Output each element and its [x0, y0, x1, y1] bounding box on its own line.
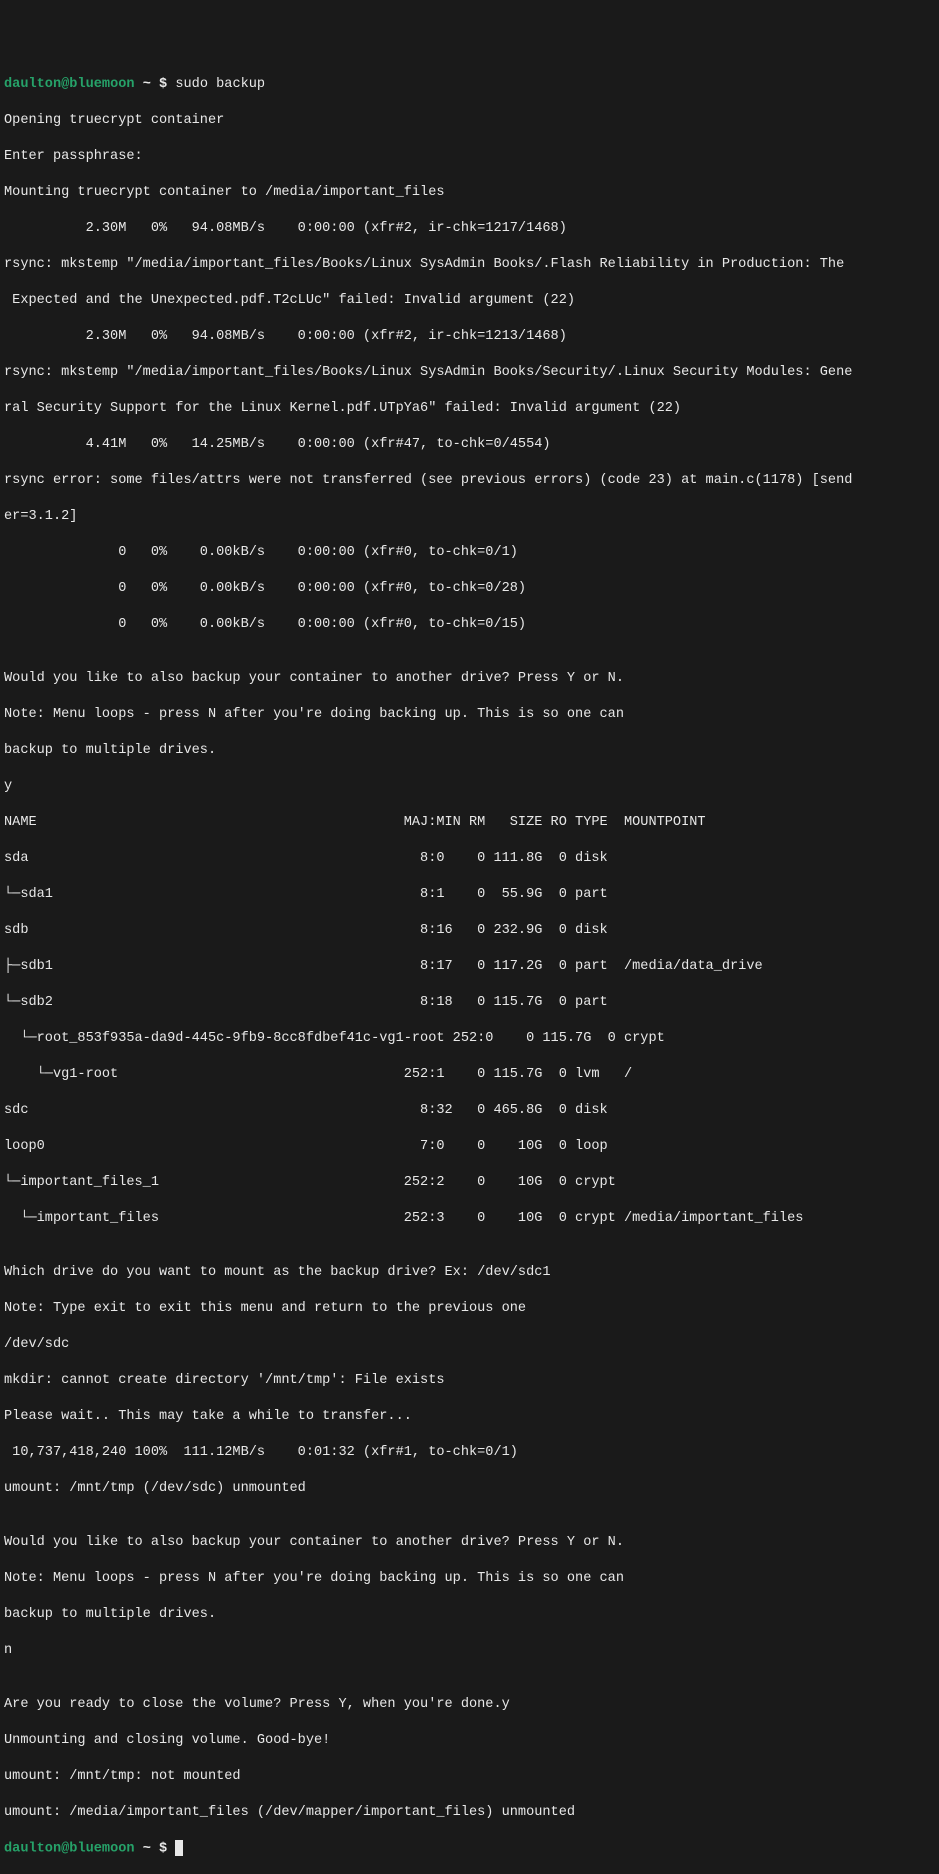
command-text: sudo backup [175, 77, 265, 92]
output-line: Unmounting and closing volume. Good-bye! [4, 1732, 935, 1750]
lsblk-row: sdc 8:32 0 465.8G 0 disk [4, 1102, 935, 1120]
output-line: 0 0% 0.00kB/s 0:00:00 (xfr#0, to-chk=0/1… [4, 616, 935, 634]
output-line: rsync error: some files/attrs were not t… [4, 472, 935, 490]
output-line: 2.30M 0% 94.08MB/s 0:00:00 (xfr#2, ir-ch… [4, 220, 935, 238]
prompt-host: bluemoon [69, 77, 134, 92]
lsblk-row: └─sdb2 8:18 0 115.7G 0 part [4, 994, 935, 1012]
output-line: backup to multiple drives. [4, 742, 935, 760]
output-line: rsync: mkstemp "/media/important_files/B… [4, 364, 935, 382]
output-line: Which drive do you want to mount as the … [4, 1264, 935, 1282]
output-line: Would you like to also backup your conta… [4, 670, 935, 688]
lsblk-row: loop0 7:0 0 10G 0 loop [4, 1138, 935, 1156]
output-line: Opening truecrypt container [4, 112, 935, 130]
prompt-at: @ [61, 1842, 69, 1857]
lsblk-row: └─important_files_1 252:2 0 10G 0 crypt [4, 1174, 935, 1192]
prompt-user: daulton [4, 1842, 61, 1857]
prompt-user: daulton [4, 77, 61, 92]
output-line: backup to multiple drives. [4, 1606, 935, 1624]
lsblk-header: NAME MAJ:MIN RM SIZE RO TYPE MOUNTPOINT [4, 814, 935, 832]
output-line: Enter passphrase: [4, 148, 935, 166]
output-line: 0 0% 0.00kB/s 0:00:00 (xfr#0, to-chk=0/1… [4, 544, 935, 562]
output-line: Expected and the Unexpected.pdf.T2cLUc" … [4, 292, 935, 310]
output-line: er=3.1.2] [4, 508, 935, 526]
output-line: Are you ready to close the volume? Press… [4, 1696, 935, 1714]
output-line: umount: /mnt/tmp (/dev/sdc) unmounted [4, 1480, 935, 1498]
user-input: /dev/sdc [4, 1336, 935, 1354]
prompt-host: bluemoon [69, 1842, 134, 1857]
prompt-dollar: $ [159, 77, 175, 92]
prompt-path: ~ [135, 1842, 159, 1857]
user-input: n [4, 1642, 935, 1660]
lsblk-row: └─root_853f935a-da9d-445c-9fb9-8cc8fdbef… [4, 1030, 935, 1048]
output-line: ral Security Support for the Linux Kerne… [4, 400, 935, 418]
output-line: umount: /mnt/tmp: not mounted [4, 1768, 935, 1786]
output-line: 2.30M 0% 94.08MB/s 0:00:00 (xfr#2, ir-ch… [4, 328, 935, 346]
output-line: Mounting truecrypt container to /media/i… [4, 184, 935, 202]
prompt-line-1: daulton@bluemoon ~ $ sudo backup [4, 76, 935, 94]
user-input: y [4, 778, 935, 796]
prompt-path: ~ [135, 77, 159, 92]
prompt-line-2[interactable]: daulton@bluemoon ~ $ [4, 1840, 935, 1859]
output-line: 10,737,418,240 100% 111.12MB/s 0:01:32 (… [4, 1444, 935, 1462]
lsblk-row: └─vg1-root 252:1 0 115.7G 0 lvm / [4, 1066, 935, 1084]
output-line: mkdir: cannot create directory '/mnt/tmp… [4, 1372, 935, 1390]
output-line: Please wait.. This may take a while to t… [4, 1408, 935, 1426]
lsblk-row: ├─sdb1 8:17 0 117.2G 0 part /media/data_… [4, 958, 935, 976]
lsblk-row: sdb 8:16 0 232.9G 0 disk [4, 922, 935, 940]
output-line: Note: Menu loops - press N after you're … [4, 706, 935, 724]
lsblk-row: └─important_files 252:3 0 10G 0 crypt /m… [4, 1210, 935, 1228]
output-line: rsync: mkstemp "/media/important_files/B… [4, 256, 935, 274]
prompt-dollar: $ [159, 1842, 175, 1857]
output-line: umount: /media/important_files (/dev/map… [4, 1804, 935, 1822]
output-line: 0 0% 0.00kB/s 0:00:00 (xfr#0, to-chk=0/2… [4, 580, 935, 598]
output-line: Would you like to also backup your conta… [4, 1534, 935, 1552]
cursor-icon [175, 1840, 183, 1856]
output-line: Note: Type exit to exit this menu and re… [4, 1300, 935, 1318]
output-line: Note: Menu loops - press N after you're … [4, 1570, 935, 1588]
lsblk-row: sda 8:0 0 111.8G 0 disk [4, 850, 935, 868]
lsblk-row: └─sda1 8:1 0 55.9G 0 part [4, 886, 935, 904]
output-line: 4.41M 0% 14.25MB/s 0:00:00 (xfr#47, to-c… [4, 436, 935, 454]
